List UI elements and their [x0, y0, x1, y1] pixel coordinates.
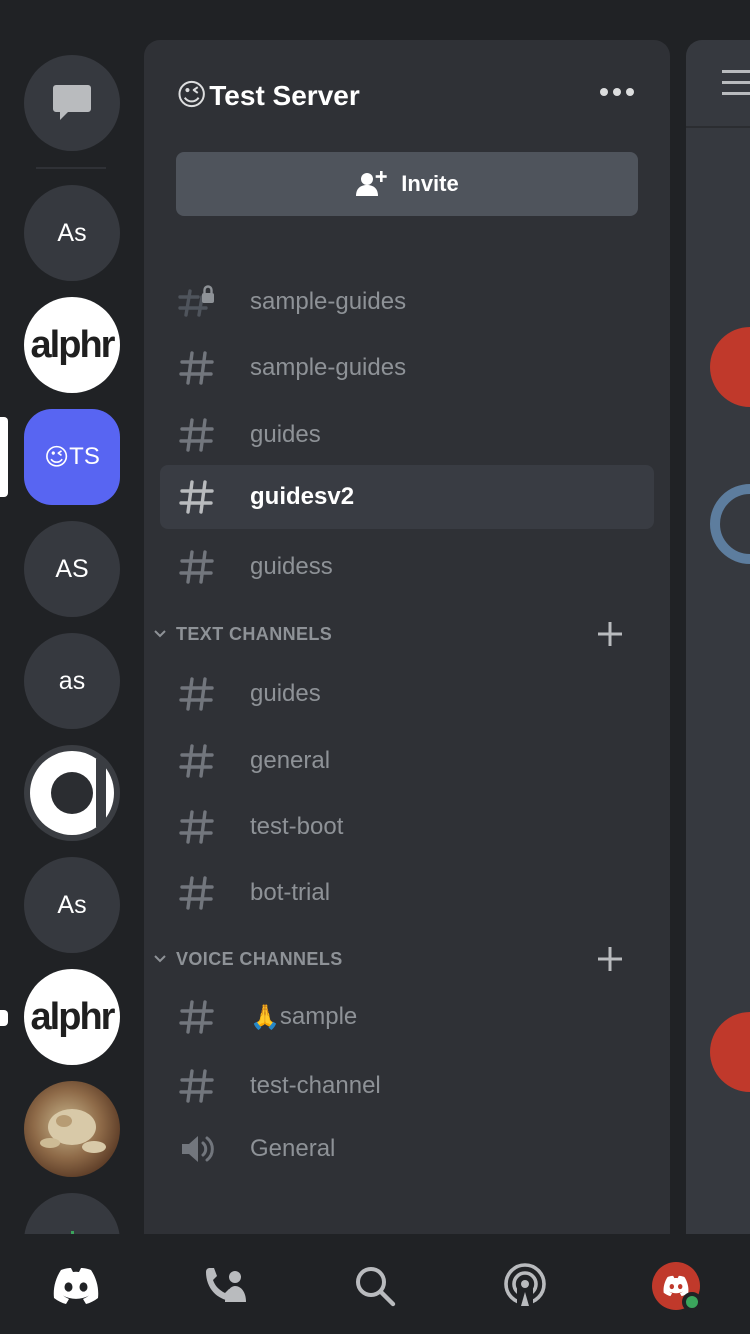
channel-test-channel[interactable]: test-channel [160, 1054, 654, 1118]
hash-icon [179, 351, 214, 385]
friends-tab[interactable] [200, 1260, 252, 1312]
friends-icon [206, 1268, 246, 1302]
category-text-channels[interactable]: TEXT CHANNELS [152, 614, 632, 654]
server-icon[interactable]: As [24, 185, 120, 281]
server-icon[interactable]: as [24, 633, 120, 729]
channel-bot-trial[interactable]: bot-trial [160, 861, 654, 925]
server-rail: As alphr 😉 TS AS as As alphr [0, 0, 144, 1334]
channel-name: guides [250, 421, 321, 448]
broadcast-icon [504, 1263, 546, 1308]
server-initials: TS [69, 443, 100, 470]
server-logo-text: alphr [30, 323, 116, 366]
channel-name: test-channel [250, 1072, 381, 1099]
locked-hash-icon [178, 285, 214, 317]
dot-icon [626, 88, 634, 96]
channel-emoji: 🙏 [250, 1003, 280, 1031]
channel-name: general [250, 747, 331, 774]
category-label: VOICE CHANNELS [176, 948, 343, 969]
channel-name: sample [279, 1003, 358, 1030]
hash-icon [179, 550, 214, 584]
channel-sample-guides[interactable]: sample-guides [160, 336, 654, 400]
more-options-button[interactable] [600, 88, 634, 96]
search-icon [356, 1267, 396, 1307]
server-icon-alphr[interactable]: alphr [24, 297, 120, 393]
server-icon-alphr[interactable]: alphr [24, 969, 120, 1065]
server-initials: as [58, 666, 86, 695]
channel-sample[interactable]: 🙏 sample [160, 985, 654, 1049]
speaker-icon [182, 1136, 214, 1162]
server-initials: As [57, 218, 87, 247]
bottom-tab-bar [0, 1234, 750, 1334]
server-icon-selected[interactable]: 😉 TS [24, 409, 120, 505]
hash-icon [179, 418, 214, 452]
direct-messages-button[interactable] [24, 55, 120, 151]
hash-icon [179, 876, 214, 910]
channel-name: guidess [250, 553, 333, 580]
hamburger-icon[interactable] [722, 70, 750, 103]
rail-separator [36, 167, 106, 169]
chat-bubble-icon [53, 85, 91, 120]
hash-icon [179, 1000, 214, 1034]
hash-icon [179, 1069, 214, 1103]
chat-header [686, 40, 750, 128]
mentions-tab[interactable] [499, 1260, 551, 1312]
server-emoji: 😉 [44, 443, 70, 471]
server-icon-photo[interactable] [24, 1081, 120, 1177]
channel-sample-guides-locked[interactable]: sample-guides [160, 270, 654, 334]
channel-guides[interactable]: guides [160, 662, 654, 726]
hash-icon [179, 744, 214, 778]
online-status-badge [682, 1292, 702, 1312]
add-person-icon [356, 171, 387, 196]
category-label: TEXT CHANNELS [176, 623, 333, 644]
home-tab[interactable] [50, 1260, 102, 1312]
category-voice-channels[interactable]: VOICE CHANNELS [152, 939, 632, 979]
server-header[interactable]: 😉 Test Server [176, 78, 360, 113]
server-header-emoji: 😉 [176, 79, 208, 112]
server-icon-ring-logo[interactable] [24, 745, 120, 841]
channel-name: guidesv2 [250, 483, 355, 510]
ring-logo-icon [30, 751, 114, 835]
hash-icon [179, 810, 214, 844]
profile-tab[interactable] [650, 1260, 702, 1312]
channel-panel: 😉 Test Server Invite sample-guides sampl… [144, 40, 670, 1234]
server-icon[interactable]: As [24, 857, 120, 953]
channel-name: bot-trial [250, 879, 331, 906]
loading-ring-icon [710, 484, 750, 564]
channel-name: test-boot [250, 813, 344, 840]
user-avatar [710, 1012, 750, 1092]
channel-test-boot[interactable]: test-boot [160, 795, 654, 859]
invite-button[interactable]: Invite [176, 152, 638, 216]
channel-general[interactable]: general [160, 729, 654, 793]
unread-indicator [0, 1010, 8, 1026]
server-initials: As [57, 890, 87, 919]
profile-avatar [652, 1262, 702, 1312]
voice-channel-general[interactable]: General [160, 1117, 654, 1181]
dog-photo-icon [40, 1109, 106, 1153]
hash-icon [179, 480, 214, 514]
channel-guidesv2-active[interactable]: guidesv2 [160, 465, 654, 529]
channel-name: sample-guides [250, 354, 407, 381]
user-avatar [710, 327, 750, 407]
chevron-down-icon [154, 630, 166, 638]
server-icon[interactable]: AS [24, 521, 120, 617]
add-channel-icon[interactable] [596, 620, 624, 648]
channel-guidess[interactable]: guidess [160, 535, 654, 599]
hash-icon [179, 677, 214, 711]
discord-logo-icon [53, 1268, 99, 1304]
chevron-down-icon [154, 955, 166, 963]
selected-server-pill [0, 417, 8, 497]
add-channel-icon[interactable] [596, 945, 624, 973]
server-name: Test Server [209, 79, 360, 111]
channel-name: guides [250, 680, 321, 707]
channel-guides[interactable]: guides [160, 403, 654, 467]
invite-label: Invite [401, 171, 459, 196]
dot-icon [600, 88, 608, 96]
chat-peek[interactable] [686, 40, 750, 1234]
channel-name: General [250, 1135, 336, 1162]
channel-name: sample-guides [250, 288, 407, 315]
server-initials: AS [55, 554, 89, 583]
dot-icon [613, 88, 621, 96]
search-tab[interactable] [349, 1260, 401, 1312]
server-logo-text: alphr [30, 995, 116, 1038]
